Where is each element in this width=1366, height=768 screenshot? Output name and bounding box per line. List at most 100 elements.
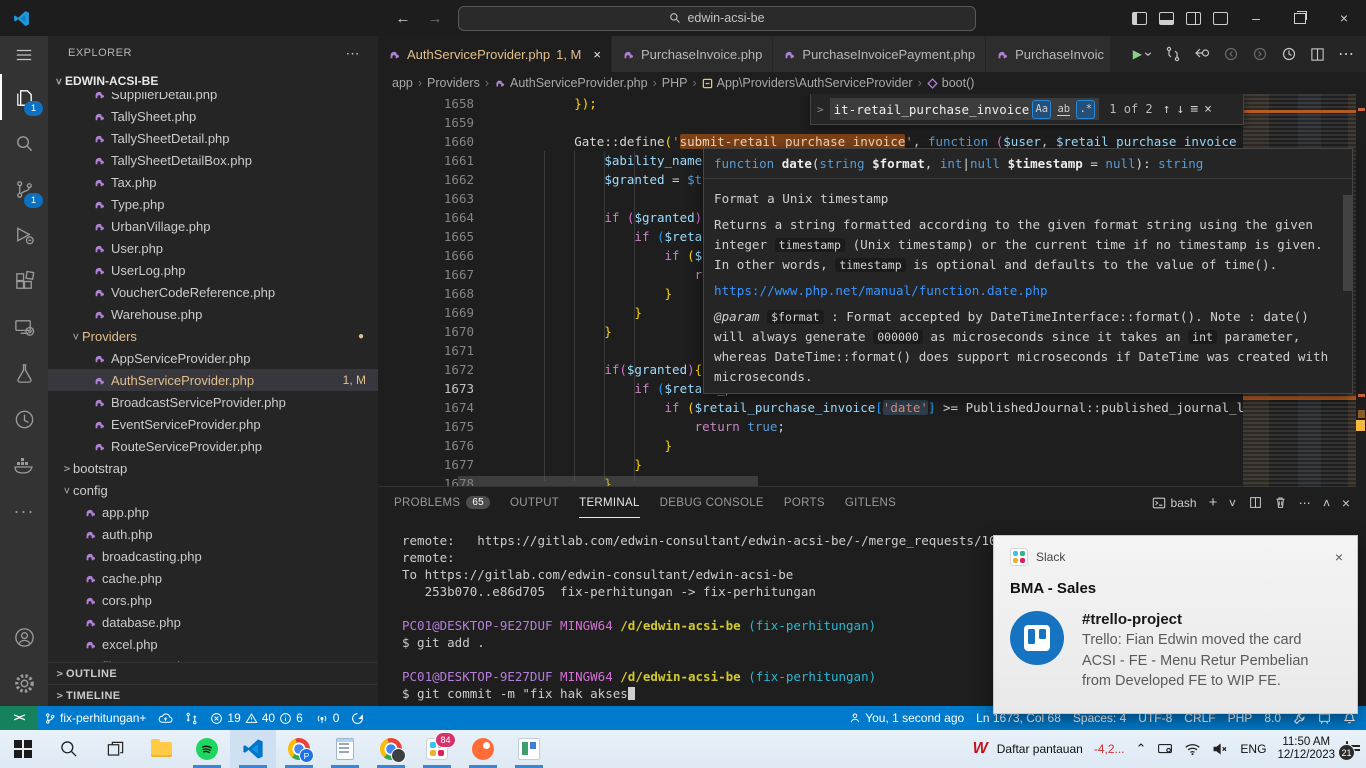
wifi-icon[interactable] <box>1184 742 1201 756</box>
tree-file-EventServiceProvider.php[interactable]: EventServiceProvider.php <box>48 413 378 435</box>
terminal-dropdown-icon[interactable]: > <box>1226 499 1240 506</box>
close-window-button[interactable]: × <box>1322 0 1366 36</box>
close-notification-icon[interactable]: × <box>1335 549 1343 565</box>
breadcrumb-item-Providers[interactable]: Providers <box>427 76 480 90</box>
tree-file-RouteServiceProvider.php[interactable]: RouteServiceProvider.php <box>48 435 378 457</box>
split-terminal-icon[interactable] <box>1249 496 1262 509</box>
history-back-icon[interactable]: ← <box>394 10 412 27</box>
restore-button[interactable] <box>1278 0 1322 36</box>
breadcrumb-item-AuthServiceProvider.php[interactable]: AuthServiceProvider.php <box>494 76 648 90</box>
kill-terminal-icon[interactable] <box>1274 496 1287 509</box>
start-button[interactable] <box>0 730 46 768</box>
source-control-icon[interactable]: 1 <box>0 166 48 212</box>
gitlens-icon[interactable] <box>0 396 48 442</box>
match-case-toggle[interactable]: Aa <box>1032 100 1051 119</box>
split-editor-icon[interactable] <box>1310 47 1325 62</box>
compare-changes-icon[interactable] <box>1165 46 1181 62</box>
menu-icon[interactable] <box>0 36 48 74</box>
panel-tab-OUTPUT[interactable]: OUTPUT <box>510 487 559 518</box>
command-center-search[interactable]: edwin-acsi-be <box>458 6 976 31</box>
language-indicator[interactable]: ENG <box>1240 742 1266 756</box>
tree-file-UrbanVillage.php[interactable]: UrbanVillage.php <box>48 215 378 237</box>
widgets-icon[interactable] <box>506 730 552 768</box>
watchlist-value[interactable]: -4,2... <box>1094 742 1125 756</box>
explorer-icon[interactable]: 1 <box>0 74 48 120</box>
gitlens-status-icon[interactable] <box>345 706 370 730</box>
tree-folder-Providers[interactable]: >Providers● <box>48 325 378 347</box>
workspace-root-folder[interactable]: > EDWIN-ACSI-BE <box>48 70 378 92</box>
broadcast-status[interactable]: 0 <box>309 706 346 730</box>
search-sidebar-icon[interactable] <box>0 120 48 166</box>
php-manual-link[interactable]: https://www.php.net/manual/function.date… <box>714 283 1048 298</box>
taskbar-search-button[interactable] <box>46 730 92 768</box>
slack-notification[interactable]: Slack × BMA - Sales #trello-project Trel… <box>993 535 1358 714</box>
timeline-section[interactable]: > TIMELINE <box>48 684 378 706</box>
watchlist-label[interactable]: Daftar pantauan <box>997 742 1083 756</box>
volume-muted-icon[interactable] <box>1212 742 1229 756</box>
tree-file-cors.php[interactable]: cors.php <box>48 589 378 611</box>
tree-file-TallySheetDetailBox.php[interactable]: TallySheetDetailBox.php <box>48 149 378 171</box>
slack-taskbar-icon[interactable]: 84 <box>414 730 460 768</box>
run-button[interactable]: ▶ <box>1133 47 1152 61</box>
close-tab-icon[interactable]: × <box>593 47 601 62</box>
find-next-icon[interactable]: ↓ <box>1176 102 1184 117</box>
problems-status[interactable]: 19 40 6 <box>204 706 308 730</box>
editor-tab-AuthServiceProvider.php[interactable]: AuthServiceProvider.php1, M× <box>378 36 612 72</box>
go-back-icon[interactable] <box>1194 46 1210 62</box>
watchlist-icon[interactable]: W <box>973 740 986 758</box>
code-editor[interactable]: 1658 });16591660 Gate::define('submit-re… <box>378 94 1366 487</box>
customize-layout-icon[interactable] <box>1207 0 1234 36</box>
terminal[interactable]: remote: https://gitlab.com/edwin-consult… <box>402 532 1004 702</box>
chrome-profile1-icon[interactable]: P <box>276 730 322 768</box>
find-previous-icon[interactable]: ↑ <box>1163 102 1171 117</box>
tree-file-app.php[interactable]: app.php <box>48 501 378 523</box>
tree-file-TallySheet.php[interactable]: TallySheet.php <box>48 105 378 127</box>
code-line-1677[interactable]: 1677 } <box>378 455 1366 474</box>
docker-icon[interactable] <box>0 442 48 488</box>
tree-file-BroadcastServiceProvider.php[interactable]: BroadcastServiceProvider.php <box>48 391 378 413</box>
toggle-panel-icon[interactable] <box>1153 0 1180 36</box>
toggle-secondary-sidebar-icon[interactable] <box>1180 0 1207 36</box>
sync-cloud-icon[interactable] <box>152 706 179 730</box>
run-debug-icon[interactable] <box>0 212 48 258</box>
tree-file-VoucherCodeReference.php[interactable]: VoucherCodeReference.php <box>48 281 378 303</box>
clock[interactable]: 11:50 AM 12/12/2023 <box>1277 736 1335 763</box>
gitlens-compare-icon[interactable] <box>179 706 204 730</box>
remote-explorer-icon[interactable] <box>0 304 48 350</box>
tree-folder-bootstrap[interactable]: >bootstrap <box>48 457 378 479</box>
more-actions-icon[interactable]: ⋯ <box>1338 44 1354 64</box>
tree-file-Tax.php[interactable]: Tax.php <box>48 171 378 193</box>
tree-file-database.php[interactable]: database.php <box>48 611 378 633</box>
editor-tab-PurchaseInvoicePayment.php[interactable]: PurchaseInvoicePayment.php <box>773 36 986 72</box>
editor-tab-PurchaseInvoice.php[interactable]: PurchaseInvoice.php <box>612 36 773 72</box>
tree-file-excel.php[interactable]: excel.php <box>48 633 378 655</box>
tooltip-scrollbar[interactable] <box>1343 195 1352 291</box>
tree-file-AppServiceProvider.php[interactable]: AppServiceProvider.php <box>48 347 378 369</box>
maximize-panel-icon[interactable]: > <box>1319 499 1333 506</box>
tree-file-auth.php[interactable]: auth.php <box>48 523 378 545</box>
horizontal-scrollbar[interactable] <box>458 476 758 486</box>
history-forward-icon[interactable]: → <box>426 10 444 27</box>
accounts-icon[interactable] <box>0 614 48 660</box>
panel-tab-TERMINAL[interactable]: TERMINAL <box>579 487 640 518</box>
notepad-icon[interactable] <box>322 730 368 768</box>
code-line-1674[interactable]: 1674 if ($retail_purchase_invoice['date'… <box>378 398 1366 417</box>
hidden-icons-chevron[interactable]: ⌃ <box>1136 741 1147 757</box>
tree-file-broadcasting.php[interactable]: broadcasting.php <box>48 545 378 567</box>
notification-center-icon[interactable]: 21 <box>1346 742 1348 756</box>
panel-tab-PORTS[interactable]: PORTS <box>784 487 825 518</box>
tree-file-cache.php[interactable]: cache.php <box>48 567 378 589</box>
file-explorer-icon[interactable] <box>138 730 184 768</box>
chrome-profile2-icon[interactable] <box>368 730 414 768</box>
find-toggle-details-icon[interactable]: > <box>817 103 824 116</box>
branch-status[interactable]: fix-perhitungan+ <box>38 706 152 730</box>
tree-file-AuthServiceProvider.php[interactable]: AuthServiceProvider.php1, M <box>48 369 378 391</box>
find-input[interactable]: it-retail_purchase_invoice Aa ab .* <box>830 98 1100 120</box>
panel-tab-GITLENS[interactable]: GITLENS <box>845 487 896 518</box>
breadcrumb-item-PHP[interactable]: PHP <box>662 76 688 90</box>
editor-tab-PurchaseInvoic[interactable]: PurchaseInvoic <box>986 36 1111 72</box>
explorer-more-actions-icon[interactable]: ⋯ <box>346 45 361 62</box>
tree-file-Warehouse.php[interactable]: Warehouse.php <box>48 303 378 325</box>
toggle-primary-sidebar-icon[interactable] <box>1126 0 1153 36</box>
tree-file-User.php[interactable]: User.php <box>48 237 378 259</box>
